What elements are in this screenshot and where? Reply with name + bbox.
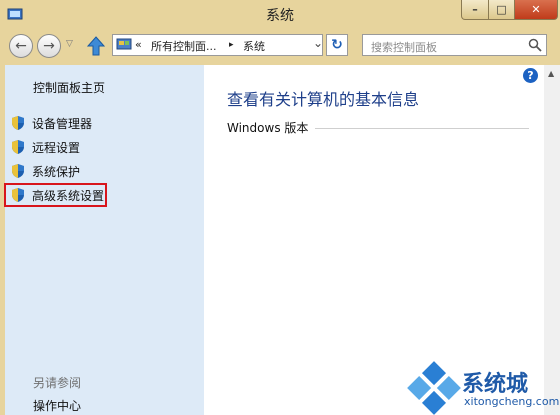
section-divider [315, 128, 529, 129]
see-also-heading: 另请参阅 [33, 376, 82, 390]
breadcrumb-system[interactable]: 系统 [243, 38, 265, 54]
refresh-button[interactable]: ↻ [326, 34, 348, 56]
help-icon[interactable]: ? [523, 68, 538, 83]
title-bar: 系统 – □ ✕ [0, 0, 560, 30]
navigation-bar: ← → ▽ « 所有控制面... ▸ 系统 ⌄ ↻ 搜索控制面板 [0, 30, 560, 64]
maximize-button[interactable]: □ [488, 0, 515, 20]
control-panel-home-link[interactable]: 控制面板主页 [33, 79, 105, 96]
system-protection-label: 系统保护 [32, 164, 81, 179]
back-button[interactable]: ← [9, 34, 33, 58]
breadcrumb-separator[interactable]: ▸ [229, 40, 234, 50]
device-manager-link[interactable]: 设备管理器 [10, 114, 92, 132]
system-protection-link[interactable]: 系统保护 [10, 162, 80, 180]
scroll-up-icon[interactable]: ▲ [548, 69, 554, 78]
address-bar[interactable]: « 所有控制面... ▸ 系统 [112, 34, 323, 56]
breadcrumb-overflow[interactable]: « [135, 38, 142, 51]
breadcrumb-all-control-panel[interactable]: 所有控制面... [151, 38, 217, 54]
minimize-button[interactable]: – [461, 0, 489, 20]
remote-settings-label: 远程设置 [32, 140, 81, 155]
highlight-box [4, 183, 107, 207]
control-panel-icon [116, 38, 132, 50]
remote-settings-link[interactable]: 远程设置 [10, 138, 80, 156]
search-placeholder: 搜索控制面板 [371, 41, 437, 54]
page-title: 查看有关计算机的基本信息 [227, 90, 420, 109]
uac-shield-icon [12, 164, 24, 178]
windows-edition-heading: Windows 版本 [227, 121, 309, 135]
watermark-brand: 系统城 [462, 372, 529, 397]
forward-button[interactable]: → [37, 34, 61, 58]
uac-shield-icon [12, 116, 24, 130]
system-window: 系统 – □ ✕ ← → ▽ « 所有控制面... ▸ 系统 ⌄ ↻ 搜索控制面… [0, 0, 560, 415]
uac-shield-icon [12, 140, 24, 154]
recent-locations-icon[interactable]: ▽ [66, 39, 73, 49]
address-dropdown-icon[interactable]: ⌄ [313, 36, 323, 50]
search-icon[interactable] [528, 38, 542, 52]
device-manager-label: 设备管理器 [32, 116, 93, 131]
close-button[interactable]: ✕ [514, 0, 558, 20]
watermark-url: xitongcheng.com [464, 395, 560, 408]
action-center-link[interactable]: 操作中心 [33, 397, 81, 414]
up-arrow-icon[interactable] [86, 35, 106, 57]
search-box[interactable]: 搜索控制面板 [362, 34, 547, 56]
